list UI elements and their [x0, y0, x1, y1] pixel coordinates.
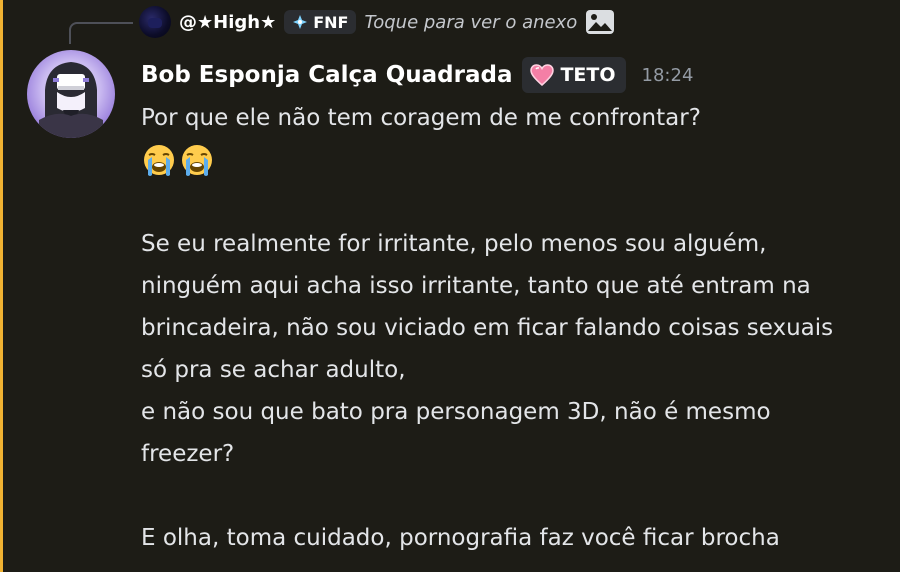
reply-reference[interactable]: @★High★ FNF Toque para ver o anexo [139, 6, 615, 38]
message-timestamp[interactable]: 18:24 [642, 65, 694, 86]
author-name[interactable]: Bob Esponja Calça Quadrada [141, 62, 512, 88]
reply-spine-connector [69, 22, 133, 44]
reply-preview-text[interactable]: Toque para ver o anexo [364, 12, 577, 33]
image-icon [586, 10, 615, 34]
loudly-crying-face-icon[interactable] [179, 142, 215, 178]
loudly-crying-face-icon[interactable] [141, 142, 177, 178]
anime-avatar-icon [39, 62, 103, 138]
reply-avatar[interactable] [139, 6, 171, 38]
message-line: só pra se achar adulto, [141, 357, 406, 383]
reply-author-name[interactable]: @★High★ [179, 12, 276, 33]
role-tag[interactable]: TETO [522, 57, 626, 93]
message-line: ninguém aqui acha isso irritante, tanto … [141, 273, 811, 299]
reply-guild-tag[interactable]: FNF [284, 10, 357, 34]
message-content: Por que ele não tem coragem de me confro… [141, 97, 881, 559]
message-line: Por que ele não tem coragem de me confro… [141, 105, 701, 131]
message-item[interactable]: @★High★ FNF Toque para ver o anexo Bob E… [3, 0, 900, 572]
emoji-row [141, 139, 881, 181]
message-header: Bob Esponja Calça Quadrada TETO 18:24 [141, 55, 693, 95]
guild-tag-label: FNF [313, 12, 349, 32]
message-line: E olha, toma cuidado, pornografia faz vo… [141, 525, 780, 551]
author-avatar[interactable] [27, 50, 115, 138]
pink-heart-icon [530, 64, 555, 86]
guild-tag-icon [293, 15, 308, 29]
message-line: freezer? [141, 441, 235, 467]
message-line: e não sou que bato pra personagem 3D, nã… [141, 399, 771, 425]
message-line: brincadeira, não sou viciado em ficar fa… [141, 315, 834, 341]
message-line: Se eu realmente for irritante, pelo meno… [141, 231, 767, 257]
role-tag-label: TETO [560, 64, 616, 86]
